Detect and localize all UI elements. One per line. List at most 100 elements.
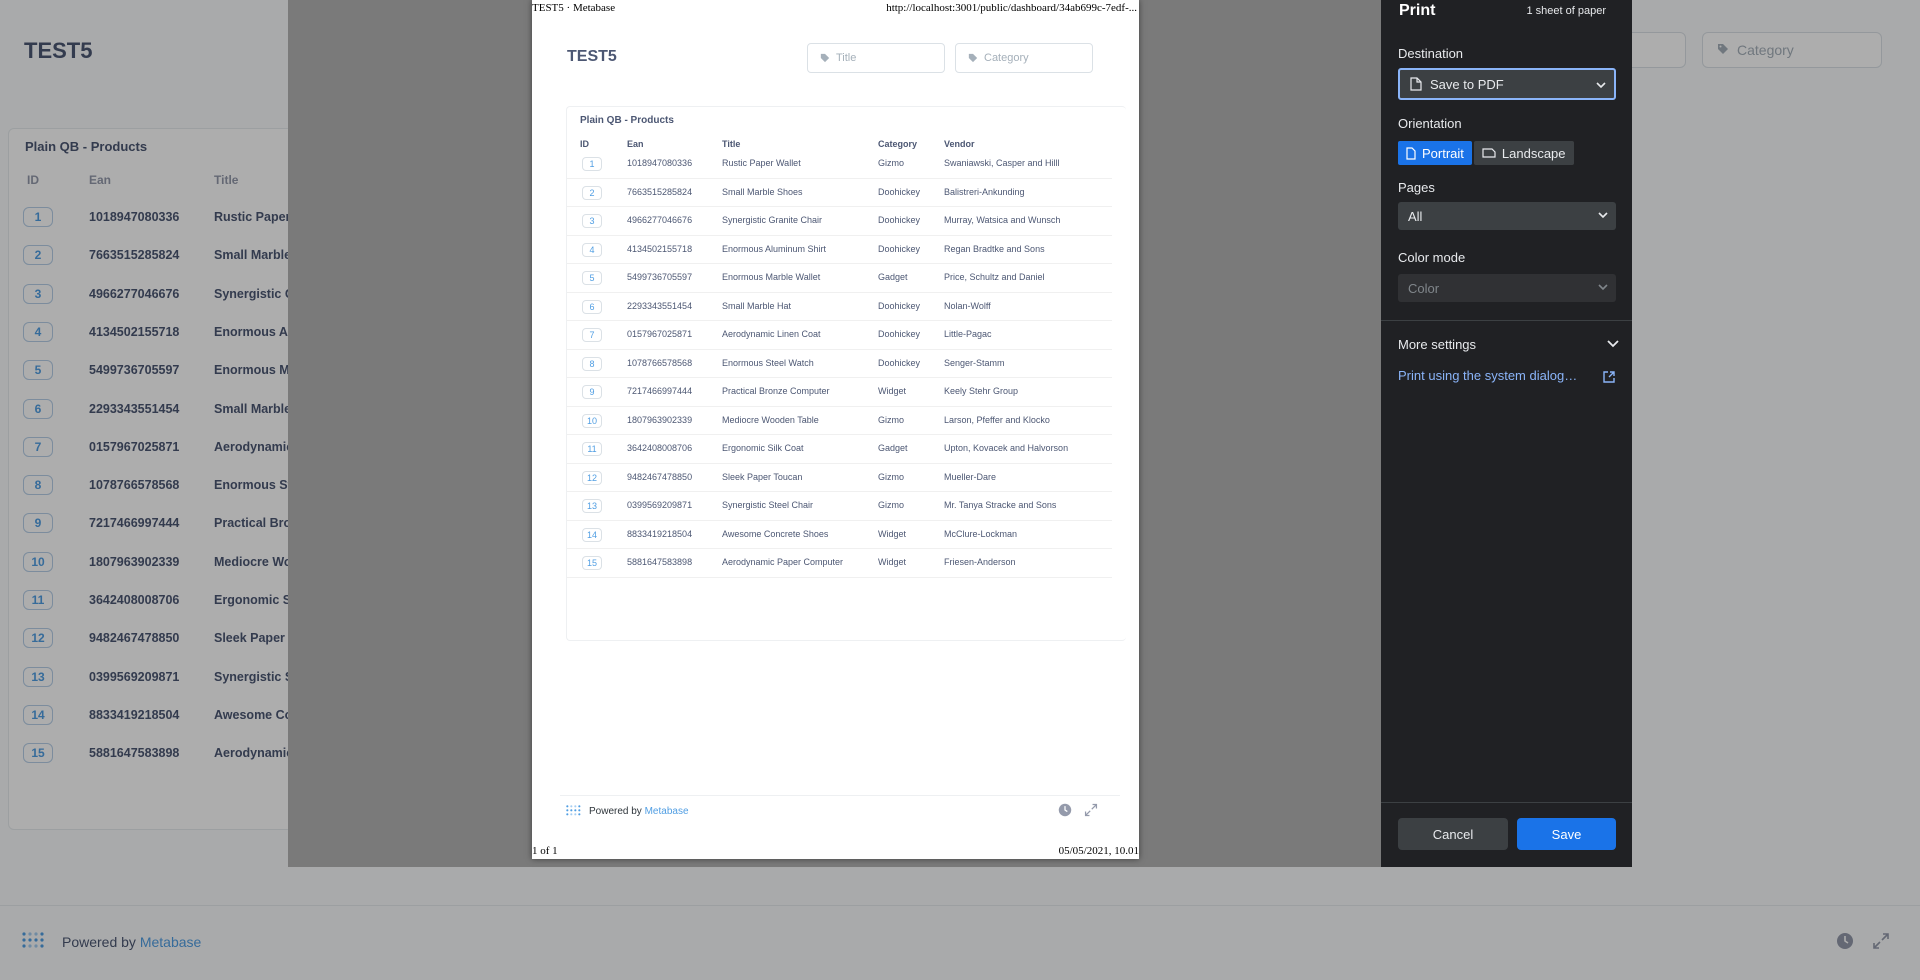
- preview-table-row: 5 5499736705597 Enormous Marble Wallet Gadg…: [567, 264, 1112, 293]
- row-ean: 1078766578568: [627, 357, 693, 368]
- row-vendor: Mr. Tanya Stracke and Sons: [944, 500, 1057, 510]
- preview-filter-title: Title: [807, 43, 945, 73]
- row-title: Small Marble Shoes: [722, 186, 803, 197]
- preview-header-id: ID: [580, 139, 589, 149]
- preview-table-row: 3 4966277046676 Synergistic Granite Chair D…: [567, 207, 1112, 236]
- row-ean: 0399569209871: [627, 500, 693, 510]
- row-category: Gizmo: [878, 158, 905, 168]
- print-preview-page: TEST5 · Metabase http://localhost:3001/p…: [532, 0, 1139, 859]
- row-ean: 3642408008706: [627, 443, 693, 453]
- tag-icon: [968, 53, 978, 63]
- destination-label: Destination: [1398, 46, 1464, 61]
- row-category: Doohickey: [878, 329, 921, 339]
- row-ean: 8833419218504: [627, 528, 693, 539]
- preview-table-row: 2 7663515285824 Small Marble Shoes Doohicke…: [567, 179, 1112, 207]
- preview-filter-category: Category: [955, 43, 1093, 73]
- row-vendor: Mueller-Dare: [944, 471, 997, 482]
- row-title: Small Marble Hat: [722, 300, 792, 311]
- preview-dashboard-title: TEST5: [567, 48, 617, 65]
- row-vendor: Murray, Watsica and Wunsch: [944, 215, 1061, 225]
- row-category: Widget: [878, 557, 907, 567]
- metabase-logo-icon: [566, 805, 581, 816]
- row-vendor: Larson, Pfeffer and Klocko: [944, 414, 1050, 425]
- row-vendor: Upton, Kovacek and Halvorson: [944, 443, 1069, 453]
- landscape-page-icon: [1482, 148, 1496, 158]
- row-ean: 4966277046676: [627, 215, 693, 225]
- row-id-badge: 8: [582, 356, 602, 371]
- row-id-badge: 7: [582, 328, 602, 342]
- row-id-badge: 6: [582, 299, 602, 314]
- chevron-down-icon[interactable]: [1607, 340, 1619, 348]
- row-title: Enormous Aluminum Shirt: [722, 243, 827, 254]
- preview-table-row: 14 8833419218504 Awesome Concrete Shoes Wid…: [567, 521, 1112, 549]
- row-category: Doohickey: [878, 186, 921, 197]
- row-category: Doohickey: [878, 300, 921, 311]
- preview-table-row: 4 4134502155718 Enormous Aluminum Shirt Doo…: [567, 236, 1112, 264]
- row-vendor: Friesen-Anderson: [944, 557, 1016, 567]
- preview-table-row: 11 3642408008706 Ergonomic Silk Coat Gadget…: [567, 435, 1112, 464]
- preview-header-vendor: Vendor: [944, 139, 975, 149]
- print-dialog-title: Print: [1399, 2, 1436, 19]
- row-category: Gizmo: [878, 500, 905, 510]
- row-title: Aerodynamic Paper Computer: [722, 557, 844, 567]
- color-mode-value: Color: [1408, 280, 1440, 296]
- document-icon: [1410, 77, 1422, 91]
- row-title: Awesome Concrete Shoes: [722, 528, 829, 539]
- preview-card-title: Plain QB - Products: [580, 115, 674, 126]
- orientation-landscape-button[interactable]: Landscape: [1473, 141, 1574, 165]
- row-title: Synergistic Steel Chair: [722, 500, 814, 510]
- system-dialog-link[interactable]: Print using the system dialog…: [1398, 368, 1577, 383]
- row-vendor: Regan Bradtke and Sons: [944, 243, 1045, 254]
- preview-table-row: 1 1018947080336 Rustic Paper Wallet Gizmo Sw…: [567, 150, 1112, 179]
- preview-table-row: 10 1807963902339 Mediocre Wooden Table Gizm…: [567, 407, 1112, 435]
- preview-header-category: Category: [878, 139, 918, 149]
- row-ean: 5881647583898: [627, 557, 693, 567]
- row-id-badge: 15: [582, 556, 602, 570]
- row-id-badge: 3: [582, 214, 602, 228]
- row-title: Practical Bronze Computer: [722, 386, 830, 396]
- row-id-badge: 4: [582, 242, 602, 257]
- row-ean: 2293343551454: [627, 300, 693, 311]
- row-id-badge: 1: [582, 157, 602, 171]
- cancel-button[interactable]: Cancel: [1398, 818, 1508, 850]
- pages-value: All: [1408, 208, 1423, 224]
- preview-card: Plain QB - Products ID Ean Title Categor…: [566, 106, 1126, 641]
- row-vendor: Balistreri-Ankunding: [944, 186, 1025, 197]
- row-vendor: Little-Pagac: [944, 329, 992, 339]
- more-settings-toggle[interactable]: More settings: [1398, 337, 1476, 352]
- clock-icon: [1058, 803, 1072, 817]
- save-button[interactable]: Save: [1517, 818, 1616, 850]
- row-vendor: Nolan-Wolff: [944, 300, 991, 311]
- row-id-badge: 11: [582, 442, 602, 456]
- pages-select[interactable]: All: [1398, 202, 1616, 230]
- expand-icon: [1084, 803, 1098, 817]
- row-category: Widget: [878, 386, 907, 396]
- row-ean: 1018947080336: [627, 158, 693, 168]
- row-id-badge: 2: [582, 185, 602, 200]
- row-category: Widget: [878, 528, 907, 539]
- dialog-divider: [1381, 320, 1632, 321]
- row-ean: 0157967025871: [627, 329, 693, 339]
- destination-select[interactable]: Save to PDF: [1398, 68, 1616, 100]
- row-category: Gadget: [878, 443, 908, 453]
- preview-table-row: 9 7217466997444 Practical Bronze Computer W…: [567, 378, 1112, 407]
- preview-table-row: 8 1078766578568 Enormous Steel Watch Doohic…: [567, 350, 1112, 378]
- preview-table-row: 13 0399569209871 Synergistic Steel Chair Gi…: [567, 492, 1112, 521]
- row-vendor: Price, Schultz and Daniel: [944, 272, 1045, 282]
- destination-value: Save to PDF: [1430, 76, 1504, 92]
- row-id-badge: 10: [582, 413, 602, 428]
- row-ean: 4134502155718: [627, 243, 693, 254]
- preview-header-ean: Ean: [627, 139, 644, 149]
- page-header-title: TEST5 · Metabase: [532, 2, 616, 14]
- tag-icon: [820, 53, 830, 63]
- row-category: Gadget: [878, 272, 908, 282]
- pages-label: Pages: [1398, 180, 1435, 195]
- chevron-down-icon: [1596, 82, 1606, 89]
- open-in-new-icon[interactable]: [1603, 371, 1615, 383]
- orientation-portrait-button[interactable]: Portrait: [1398, 141, 1472, 165]
- page-footer-date: 05/05/2021, 10.01: [1058, 845, 1139, 857]
- row-title: Enormous Steel Watch: [722, 357, 814, 368]
- row-id-badge: 14: [582, 527, 602, 542]
- preview-table-row: 6 2293343551454 Small Marble Hat Doohickey N…: [567, 293, 1112, 321]
- row-category: Doohickey: [878, 243, 921, 254]
